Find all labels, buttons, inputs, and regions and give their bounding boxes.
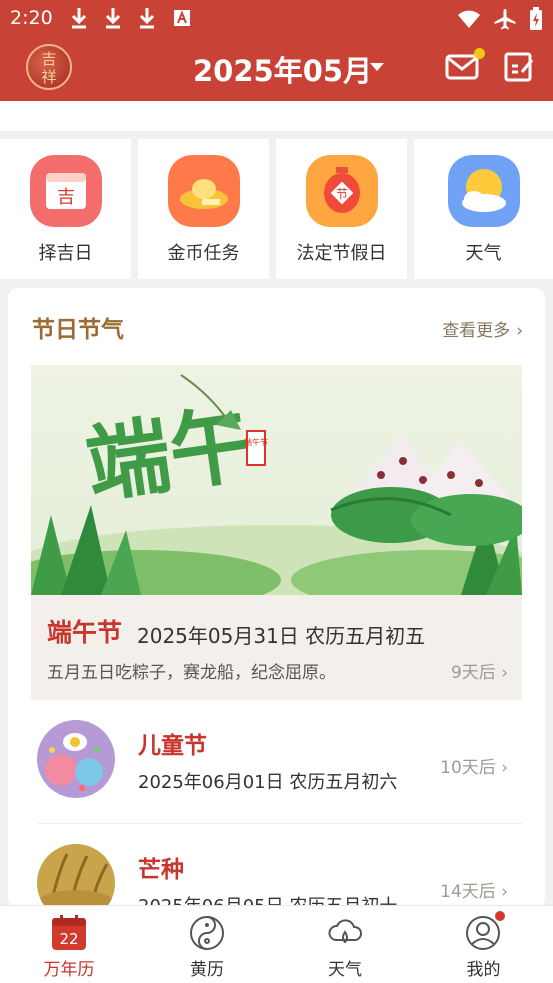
nav-label: 万年历 — [43, 960, 95, 980]
grain-in-ear-thumbnail — [37, 844, 115, 908]
svg-text:节: 节 — [336, 187, 348, 201]
nav-label: 黄历 — [190, 960, 224, 980]
quick-tools: 吉 择吉日 金币任务 节 法定节假日 天气 — [0, 139, 553, 279]
app-logo[interactable]: 吉祥 — [26, 44, 72, 90]
app-header: 2:20 吉祥 2025年05月 — [0, 0, 553, 101]
days-until: 9天后 › — [451, 658, 508, 683]
nav-almanac[interactable]: 黄历 — [138, 906, 276, 983]
mail-icon[interactable] — [445, 54, 479, 80]
calendar-icon: 22 — [52, 915, 86, 950]
font-icon — [174, 10, 190, 26]
tool-label: 天气 — [465, 243, 502, 264]
banner-stamp: 端午节 — [244, 437, 268, 447]
days-until-text: 9天后 — [450, 663, 496, 683]
wifi-icon — [458, 10, 480, 28]
festival-date: 2025年06月01日 农历五月初六 — [138, 772, 398, 793]
download-icon — [71, 8, 87, 29]
tool-label: 金币任务 — [167, 243, 240, 264]
childrens-day-thumbnail — [37, 720, 115, 798]
divider — [38, 823, 522, 824]
edit-icon[interactable] — [504, 52, 536, 82]
yin-yang-icon — [190, 916, 224, 950]
chevron-right-icon: › — [516, 321, 523, 341]
calendar-ji-icon: 吉 — [30, 155, 102, 227]
notification-dot — [474, 48, 485, 59]
festival-name: 端午节 — [47, 618, 123, 647]
see-more-link[interactable]: 查看更多 › — [442, 316, 523, 341]
days-until: 10天后 › — [440, 753, 508, 778]
tool-coin-tasks[interactable]: 金币任务 — [138, 139, 269, 279]
notification-dot — [495, 911, 505, 921]
sun-cloud-icon — [448, 155, 520, 227]
featured-festival[interactable]: 端午节 2025年05月31日 农历五月初五 五月五日吃粽子，赛龙船，纪念屈原。… — [31, 595, 522, 700]
days-until: 14天后 › — [440, 877, 508, 902]
tool-label: 择吉日 — [38, 243, 93, 264]
festival-description: 五月五日吃粽子，赛龙船，纪念屈原。 — [47, 663, 336, 683]
download-icon — [105, 8, 121, 29]
status-bar: 2:20 — [0, 0, 553, 36]
scrolled-content-strip — [0, 101, 553, 131]
lantern-icon: 节 — [306, 155, 378, 227]
festival-row[interactable]: 儿童节 2025年06月01日 农历五月初六 10天后 › — [31, 706, 522, 826]
chevron-right-icon: › — [501, 758, 508, 778]
festival-name: 芒种 — [138, 857, 184, 883]
svg-text:吉: 吉 — [57, 187, 75, 208]
days-until-text: 14天后 — [440, 882, 496, 902]
see-more-label: 查看更多 — [442, 321, 511, 341]
chevron-right-icon: › — [501, 882, 508, 902]
festival-name: 儿童节 — [138, 733, 207, 759]
festival-row[interactable]: 芒种 2025年06月05日 农历五月初十 14天后 › — [31, 830, 522, 908]
logo-text: 吉祥 — [41, 50, 57, 86]
gold-ingot-icon — [168, 155, 240, 227]
days-until-text: 10天后 — [440, 758, 496, 778]
download-icon — [139, 8, 155, 29]
battery-icon — [530, 7, 542, 30]
tool-holidays[interactable]: 节 法定节假日 — [276, 139, 407, 279]
status-right-icons — [457, 7, 543, 31]
nav-profile[interactable]: 我的 — [414, 906, 553, 983]
tool-weather[interactable]: 天气 — [414, 139, 553, 279]
calendar-badge: 22 — [59, 930, 78, 948]
status-time: 2:20 — [10, 7, 53, 29]
tool-label: 法定节假日 — [296, 243, 387, 264]
tool-lucky-day[interactable]: 吉 择吉日 — [0, 139, 131, 279]
nav-label: 天气 — [328, 960, 362, 980]
bottom-nav: 22 万年历 黄历 天气 我的 — [0, 905, 553, 983]
section-title: 节日节气 — [32, 317, 124, 343]
chevron-right-icon: › — [501, 663, 508, 683]
banner-illustration: 端午 端午节 — [31, 365, 522, 595]
chevron-down-icon[interactable] — [370, 63, 384, 71]
nav-weather[interactable]: 天气 — [276, 906, 414, 983]
nav-label: 我的 — [466, 960, 501, 980]
dragon-boat-banner[interactable]: 端午 端午节 — [31, 365, 522, 595]
festivals-card: 节日节气 查看更多 › 端午 端午节 端午节 2025年05月31日 农历五月初… — [8, 288, 545, 908]
airplane-icon — [494, 9, 516, 30]
month-selector[interactable]: 2025年05月 — [193, 48, 372, 90]
festival-date: 2025年05月31日 农历五月初五 — [137, 624, 426, 648]
weather-cloud-icon — [328, 919, 362, 944]
nav-calendar[interactable]: 22 万年历 — [0, 906, 138, 983]
